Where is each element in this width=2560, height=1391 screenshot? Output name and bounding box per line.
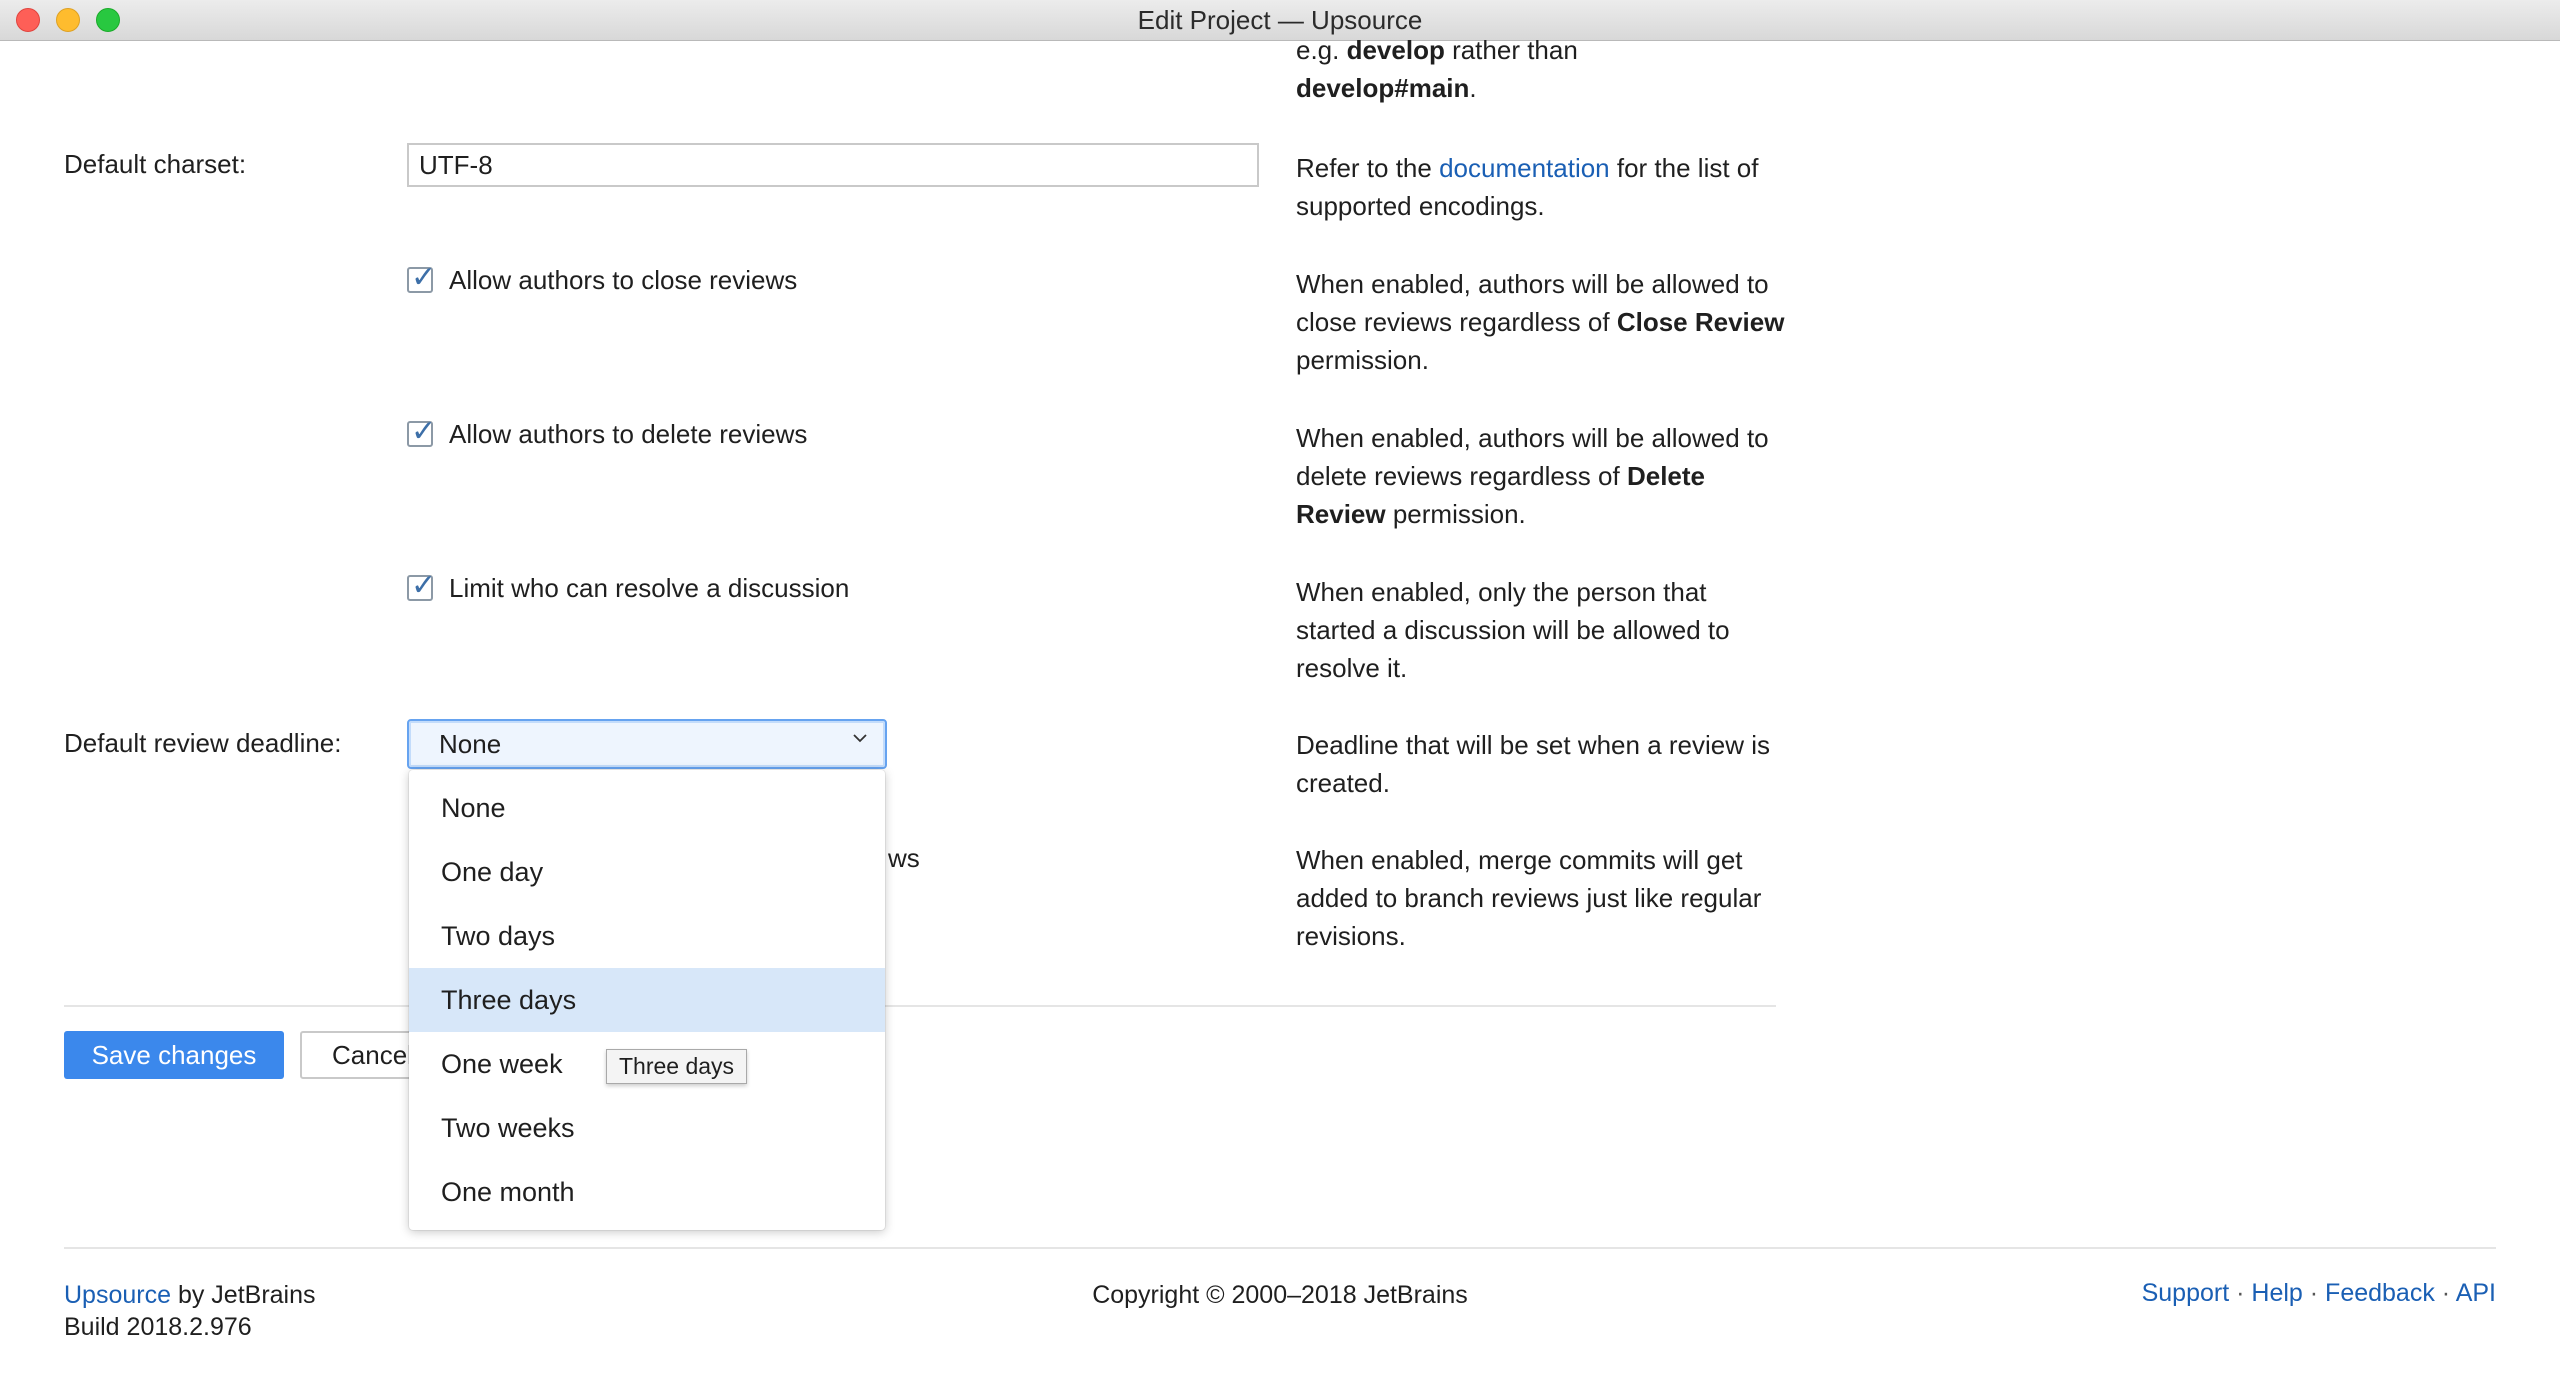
deadline-label: Default review deadline: [64,728,342,758]
support-link[interactable]: Support [2142,1279,2230,1307]
allow-close-reviews-option[interactable]: ✓ Allow authors to close reviews [407,260,1007,299]
allow-close-reviews-label: Allow authors to close reviews [449,265,798,295]
branch-help-suffix: . [1469,73,1477,103]
save-changes-button[interactable]: Save changes [64,1031,284,1079]
branch-help-middle: rather than [1444,35,1578,65]
footer-links: Support · Help · Feedback · API [2142,1279,2496,1308]
help-link[interactable]: Help [2251,1279,2302,1307]
charset-input[interactable]: UTF-8 [407,143,1259,187]
charset-help-text: Refer to the documentation for the list … [1296,149,1786,225]
branch-help-bold-develop: develop [1346,35,1445,65]
checkmark-icon: ✓ [411,260,437,295]
chevron-down-icon [853,734,867,743]
allow-delete-reviews-option[interactable]: ✓ Allow authors to delete reviews [407,414,1007,453]
deadline-help: Deadline that will be set when a review … [1296,730,1771,798]
limit-resolve-checkbox[interactable]: ✓ [407,568,436,603]
charset-help-prefix: Refer to the [1296,153,1440,183]
deadline-option-three-days[interactable]: Three days [409,968,885,1032]
footer-separator: · [2309,1279,2319,1307]
close-help-bold: Close Review [1616,307,1785,337]
close-help-post: permission. [1296,345,1429,375]
checkmark-icon: ✓ [411,414,437,449]
branch-help-bold-develop-main: develop#main [1296,73,1470,103]
limit-resolve-help: When enabled, only the person that start… [1296,573,1786,687]
branch-help-text: e.g. develop rather than develop#main. [1296,31,1786,107]
form-divider [64,1005,1776,1007]
allow-close-reviews-checkbox[interactable]: ✓ [407,260,436,295]
deadline-select[interactable]: None [407,719,887,769]
edit-project-form: e.g. develop rather than develop#main. D… [0,35,2560,1391]
footer-divider [64,1247,2496,1249]
merge-commits-help: When enabled, merge commits will get add… [1296,845,1762,951]
limit-resolve-label: Limit who can resolve a discussion [449,573,850,603]
limit-resolve-option[interactable]: ✓ Limit who can resolve a discussion [407,568,1007,607]
delete-help-post: permission. [1385,499,1526,529]
deadline-selected-value: None [439,729,502,759]
merge-commits-label-fragment: ws [888,843,920,873]
allow-delete-reviews-help: When enabled, authors will be allowed to… [1296,419,1786,533]
footer-separator: · [2236,1279,2245,1307]
deadline-option-two-weeks[interactable]: Two weeks [409,1096,885,1160]
footer-separator: · [2441,1279,2451,1307]
copyright-text: Copyright © 2000–2018 JetBrains [1092,1281,1468,1309]
build-number: Build 2018.2.976 [64,1313,252,1341]
allow-delete-reviews-checkbox[interactable]: ✓ [407,414,436,449]
documentation-link[interactable]: documentation [1439,153,1610,183]
allow-close-reviews-help: When enabled, authors will be allowed to… [1296,265,1786,379]
deadline-option-none[interactable]: None [409,776,885,840]
branch-help-prefix: e.g. [1296,35,1347,65]
deadline-dropdown-menu: None One day Two days Three days One wee… [409,770,885,1230]
deadline-option-two-days[interactable]: Two days [409,904,885,968]
resolve-help-pre: When enabled, only the person that start… [1296,577,1730,683]
tooltip: Three days [606,1049,748,1084]
allow-delete-reviews-label: Allow authors to delete reviews [449,419,808,449]
checkmark-icon: ✓ [411,568,437,603]
deadline-option-one-month[interactable]: One month [409,1160,885,1224]
charset-label: Default charset: [64,149,247,179]
deadline-option-one-day[interactable]: One day [409,840,885,904]
api-link[interactable]: API [2456,1279,2496,1307]
window-title: Edit Project — Upsource [1137,5,1423,35]
feedback-link[interactable]: Feedback [2325,1279,2435,1307]
window-titlebar: Edit Project — Upsource [0,0,2560,41]
